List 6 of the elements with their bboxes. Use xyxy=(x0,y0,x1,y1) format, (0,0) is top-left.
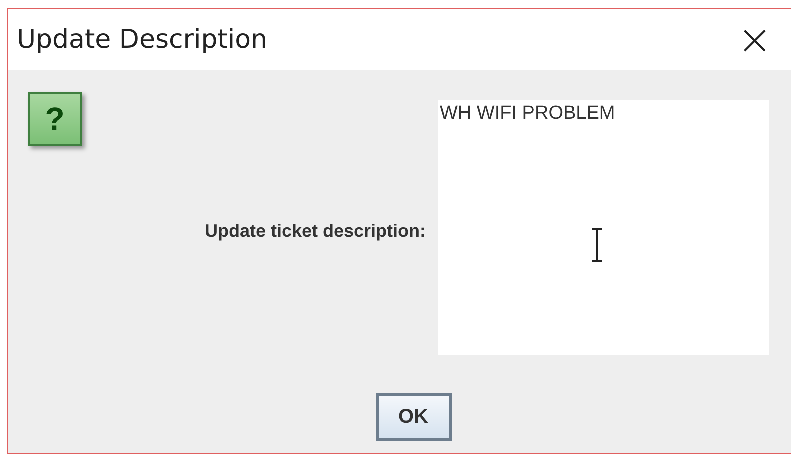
close-button[interactable]: × xyxy=(725,18,785,60)
ok-button[interactable]: OK xyxy=(376,393,452,441)
text-cursor-icon xyxy=(590,228,604,262)
window-title: Update Description xyxy=(17,24,268,54)
question-icon: ? xyxy=(28,92,82,146)
field-label: Update ticket description: xyxy=(204,221,427,242)
